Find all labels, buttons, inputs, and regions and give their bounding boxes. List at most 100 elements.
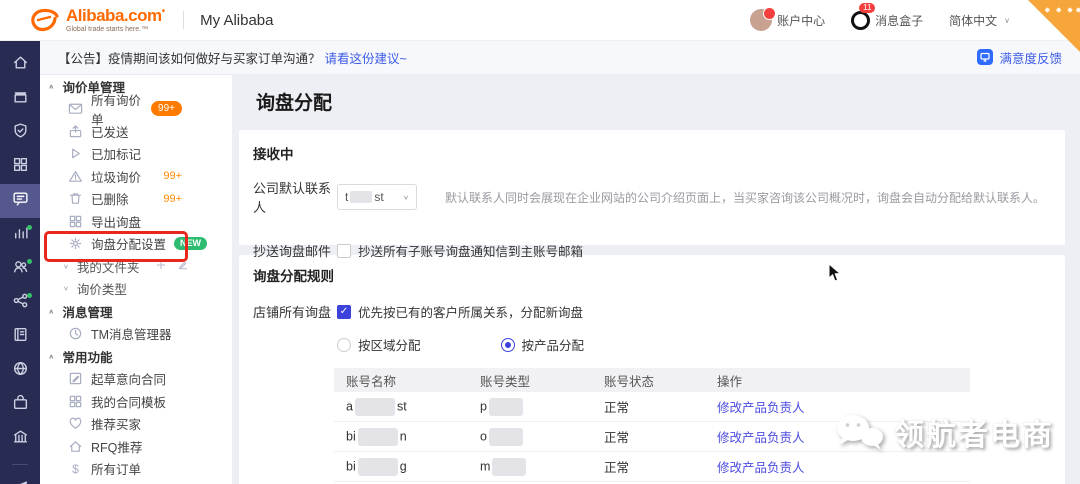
sidebar-item[interactable]: 导出询盘 [40, 210, 232, 233]
account-name-cell: bin [334, 428, 468, 446]
account-type-cell: p [468, 398, 592, 416]
contact-value-prefix: t [345, 190, 348, 204]
grid-icon [12, 156, 29, 178]
account-center-button[interactable]: 账户中心 [750, 9, 825, 31]
rail-item-grid[interactable] [0, 150, 40, 184]
sidebar-item[interactable]: 所有询价单99+ [40, 98, 232, 121]
shield-icon [12, 122, 29, 144]
sidebar-item[interactable]: $所有订单 [40, 458, 232, 481]
account-name-cell: big [334, 458, 468, 476]
rail-item-bar-chart[interactable] [0, 218, 40, 252]
modify-product-owner-link[interactable]: 修改产品负责人 [717, 461, 805, 475]
sidebar-item-label: RFQ推荐 [91, 437, 142, 456]
chevron-down-icon: ∨ [403, 193, 409, 200]
default-contact-select[interactable]: t st ∨ [337, 184, 417, 210]
censored-text-block [355, 398, 395, 416]
censored-text-block [489, 428, 523, 446]
by-region-radio[interactable] [337, 338, 351, 352]
sidebar-group-title[interactable]: ∧常用功能 [40, 345, 232, 368]
edit-icon[interactable] [177, 259, 189, 274]
group-title-label: 常用功能 [63, 347, 113, 366]
chevron-up-icon: ∧ [48, 83, 55, 90]
language-selector[interactable]: 简体中文 ∨ [949, 12, 1010, 29]
account-status-cell: 正常 [592, 397, 705, 416]
message-count-badge: 11 [859, 3, 875, 14]
bank-icon [12, 428, 29, 450]
share-icon [12, 292, 29, 314]
sidebar-item[interactable]: ∨我的文件夹 [40, 255, 232, 278]
page-title: 询盘分配 [256, 88, 1080, 115]
rail-item-paper-plane[interactable] [0, 473, 40, 484]
mail-icon [68, 101, 83, 116]
rail-item-bank[interactable] [0, 422, 40, 456]
modify-product-owner-link[interactable]: 修改产品负责人 [717, 431, 805, 445]
sidebar-item[interactable]: 询盘分配设置NEW [40, 233, 232, 256]
rail-item-globe[interactable] [0, 354, 40, 388]
rail-item-bag[interactable] [0, 388, 40, 422]
cc-email-checkbox-text: 抄送所有子账号询盘通知信到主账号邮箱 [358, 241, 583, 260]
account-status-cell: 正常 [592, 457, 705, 476]
censored-text-block [492, 458, 526, 476]
sidebar-item-label: 询价类型 [77, 279, 127, 298]
account-type-cell: o [468, 428, 592, 446]
receiving-card: 接收中 公司默认联系人 t st ∨ 默认联系人同时会展现在企业网站的公司介绍页… [239, 130, 1065, 245]
rail-item-share[interactable] [0, 286, 40, 320]
alibaba-swoosh-icon [26, 6, 62, 34]
corner-ribbon[interactable] [1028, 0, 1080, 52]
sidebar-item[interactable]: 起草意向合同 [40, 368, 232, 391]
rail-item-shield[interactable] [0, 116, 40, 150]
sidebar-item-label: TM消息管理器 [91, 324, 172, 343]
table-row: astp正常修改产品负责人 [334, 392, 970, 422]
message-box-button[interactable]: 11 消息盒子 [851, 11, 923, 30]
rail-item-home[interactable] [0, 48, 40, 82]
rail-item-people[interactable] [0, 252, 40, 286]
sidebar-item[interactable]: 已加标记 [40, 143, 232, 166]
icon-rail [0, 40, 40, 484]
by-product-radio[interactable] [501, 338, 515, 352]
logo-tagline: Global trade starts here.™ [66, 26, 165, 33]
rail-item-book[interactable] [0, 320, 40, 354]
sidebar-item[interactable]: ∨询价类型 [40, 278, 232, 301]
bag-icon [12, 394, 29, 416]
col-account-status: 账号状态 [592, 371, 705, 390]
announcement-link[interactable]: 请看这份建议~ [325, 48, 407, 67]
sidebar-item[interactable]: 已删除99+ [40, 188, 232, 211]
shop-icon [12, 88, 29, 110]
sidebar-group-title[interactable]: ∧消息管理 [40, 300, 232, 323]
censored-text-block [358, 428, 398, 446]
paper-plane-icon [12, 479, 29, 484]
flag-icon [68, 146, 83, 161]
heart-icon [68, 416, 83, 431]
plus-icon[interactable] [155, 259, 167, 274]
sidebar-item[interactable]: 垃圾询价99+ [40, 165, 232, 188]
sidebar-item[interactable]: 我的合同模板 [40, 390, 232, 413]
receiving-section-title: 接收中 [253, 143, 1051, 163]
sidebar-item[interactable]: RFQ推荐 [40, 435, 232, 458]
censored-text-block [358, 458, 398, 476]
col-account-name: 账号名称 [334, 371, 468, 390]
sidebar-item[interactable]: TM消息管理器 [40, 323, 232, 346]
default-contact-row: 公司默认联系人 t st ∨ 默认联系人同时会展现在企业网站的公司介绍页面上，当… [253, 178, 1051, 216]
chat-icon [12, 190, 29, 212]
account-status-cell: 正常 [592, 427, 705, 446]
censored-text-block [350, 191, 372, 203]
rail-item-shop[interactable] [0, 82, 40, 116]
bar-chart-icon [12, 224, 29, 246]
account-action-cell: 修改产品负责人 [705, 427, 970, 446]
warning-icon [68, 169, 83, 184]
new-badge: NEW [174, 237, 207, 250]
cc-email-checkbox[interactable] [337, 244, 351, 258]
rail-item-chat[interactable] [0, 184, 40, 218]
default-contact-label: 公司默认联系人 [253, 178, 337, 216]
trash-icon [68, 191, 83, 206]
alibaba-logo[interactable]: Alibaba.com• Global trade starts here.™ [26, 6, 165, 34]
table-row: bigm正常修改产品负责人 [334, 452, 970, 482]
priority-relation-checkbox[interactable] [337, 305, 351, 319]
default-contact-help: 默认联系人同时会展现在企业网站的公司介绍页面上，当买家咨询该公司概况时，询盘会自… [445, 189, 1045, 206]
main-content: 询盘分配 接收中 公司默认联系人 t st ∨ 默认联系人同时会展现在企业网站的… [232, 75, 1080, 484]
sidebar-item[interactable]: 推荐买家 [40, 413, 232, 436]
rail-divider [12, 464, 28, 465]
modify-product-owner-link[interactable]: 修改产品负责人 [717, 401, 805, 415]
sidebar-item-label: 垃圾询价 [91, 167, 141, 186]
account-table-header: 账号名称 账号类型 账号状态 操作 [334, 368, 970, 392]
